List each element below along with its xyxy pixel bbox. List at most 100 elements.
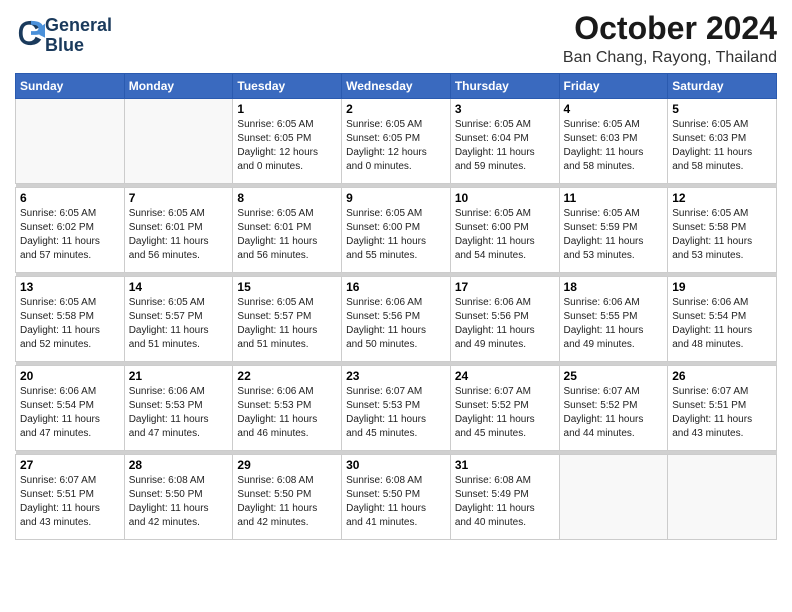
calendar-cell: 10Sunrise: 6:05 AMSunset: 6:00 PMDayligh… — [450, 188, 559, 273]
day-number: 26 — [672, 369, 772, 383]
day-number: 7 — [129, 191, 229, 205]
day-info: Sunrise: 6:07 AMSunset: 5:52 PMDaylight:… — [564, 385, 664, 441]
day-number: 23 — [346, 369, 446, 383]
calendar-cell: 3 Sunrise: 6:05 AMSunset: 6:04 PMDaylight… — [450, 99, 559, 184]
calendar-cell: 8Sunrise: 6:05 AMSunset: 6:01 PMDaylight… — [233, 188, 342, 273]
page-header: General Blue October 2024 Ban Chang, Ray… — [15, 10, 777, 67]
day-info: Sunrise: 6:07 AMSunset: 5:51 PMDaylight:… — [672, 385, 772, 441]
calendar-cell — [124, 99, 233, 184]
day-info: Sunrise: 6:06 AMSunset: 5:53 PMDaylight:… — [129, 385, 229, 441]
day-number: 4 — [564, 102, 664, 116]
calendar-cell: 4 Sunrise: 6:05 AMSunset: 6:03 PMDaylight… — [559, 99, 668, 184]
calendar-cell: 31 Sunrise: 6:08 AMSunset: 5:49 PMDayligh… — [450, 455, 559, 540]
day-number: 30 — [346, 458, 446, 472]
calendar-cell: 19 Sunrise: 6:06 AMSunset: 5:54 PMDayligh… — [668, 277, 777, 362]
calendar-cell: 16 Sunrise: 6:06 AMSunset: 5:56 PMDayligh… — [342, 277, 451, 362]
day-info: Sunrise: 6:05 AMSunset: 5:58 PMDaylight:… — [20, 296, 120, 352]
day-number: 21 — [129, 369, 229, 383]
day-info: Sunrise: 6:05 AMSunset: 6:04 PMDaylight:… — [455, 118, 555, 174]
weekday-header-saturday: Saturday — [668, 74, 777, 99]
day-number: 13 — [20, 280, 120, 294]
weekday-header-sunday: Sunday — [16, 74, 125, 99]
day-number: 11 — [564, 191, 664, 205]
calendar-cell: 9 Sunrise: 6:05 AMSunset: 6:00 PMDaylight… — [342, 188, 451, 273]
day-info: Sunrise: 6:08 AMSunset: 5:50 PMDaylight:… — [346, 474, 446, 530]
day-info: Sunrise: 6:05 AMSunset: 6:01 PMDaylight:… — [129, 207, 229, 263]
calendar-cell: 24Sunrise: 6:07 AMSunset: 5:52 PMDayligh… — [450, 366, 559, 451]
calendar-cell: 21 Sunrise: 6:06 AMSunset: 5:53 PMDayligh… — [124, 366, 233, 451]
day-info: Sunrise: 6:08 AMSunset: 5:50 PMDaylight:… — [129, 474, 229, 530]
location-title: Ban Chang, Rayong, Thailand — [563, 49, 777, 67]
day-info: Sunrise: 6:05 AMSunset: 5:58 PMDaylight:… — [672, 207, 772, 263]
day-info: Sunrise: 6:06 AMSunset: 5:55 PMDaylight:… — [564, 296, 664, 352]
day-info: Sunrise: 6:08 AMSunset: 5:50 PMDaylight:… — [237, 474, 337, 530]
day-number: 19 — [672, 280, 772, 294]
calendar-cell: 28 Sunrise: 6:08 AMSunset: 5:50 PMDayligh… — [124, 455, 233, 540]
calendar-cell: 7 Sunrise: 6:05 AMSunset: 6:01 PMDaylight… — [124, 188, 233, 273]
calendar-cell — [559, 455, 668, 540]
day-info: Sunrise: 6:06 AMSunset: 5:53 PMDaylight:… — [237, 385, 337, 441]
day-number: 20 — [20, 369, 120, 383]
calendar-cell: 17 Sunrise: 6:06 AMSunset: 5:56 PMDayligh… — [450, 277, 559, 362]
day-number: 22 — [237, 369, 337, 383]
day-info: Sunrise: 6:07 AMSunset: 5:53 PMDaylight:… — [346, 385, 446, 441]
month-title: October 2024 — [563, 10, 777, 47]
day-number: 18 — [564, 280, 664, 294]
weekday-header-wednesday: Wednesday — [342, 74, 451, 99]
week-row-1: 1 Sunrise: 6:05 AMSunset: 6:05 PMDaylight… — [16, 99, 777, 184]
day-number: 27 — [20, 458, 120, 472]
day-number: 16 — [346, 280, 446, 294]
calendar-cell: 25 Sunrise: 6:07 AMSunset: 5:52 PMDayligh… — [559, 366, 668, 451]
day-info: Sunrise: 6:05 AMSunset: 6:03 PMDaylight:… — [564, 118, 664, 174]
day-info: Sunrise: 6:06 AMSunset: 5:54 PMDaylight:… — [672, 296, 772, 352]
day-number: 1 — [237, 102, 337, 116]
day-number: 25 — [564, 369, 664, 383]
day-number: 6 — [20, 191, 120, 205]
day-info: Sunrise: 6:05 AMSunset: 6:05 PMDaylight:… — [346, 118, 446, 174]
weekday-header-tuesday: Tuesday — [233, 74, 342, 99]
calendar-cell — [668, 455, 777, 540]
calendar-cell: 23 Sunrise: 6:07 AMSunset: 5:53 PMDayligh… — [342, 366, 451, 451]
weekday-header-friday: Friday — [559, 74, 668, 99]
day-number: 24 — [455, 369, 555, 383]
calendar-cell: 6Sunrise: 6:05 AMSunset: 6:02 PMDaylight… — [16, 188, 125, 273]
logo-icon — [17, 19, 45, 47]
day-number: 17 — [455, 280, 555, 294]
calendar-table: SundayMondayTuesdayWednesdayThursdayFrid… — [15, 73, 777, 540]
calendar-cell: 13 Sunrise: 6:05 AMSunset: 5:58 PMDayligh… — [16, 277, 125, 362]
day-info: Sunrise: 6:05 AMSunset: 5:59 PMDaylight:… — [564, 207, 664, 263]
day-number: 28 — [129, 458, 229, 472]
day-number: 2 — [346, 102, 446, 116]
calendar-cell: 26 Sunrise: 6:07 AMSunset: 5:51 PMDayligh… — [668, 366, 777, 451]
day-info: Sunrise: 6:05 AMSunset: 6:05 PMDaylight:… — [237, 118, 337, 174]
weekday-header-monday: Monday — [124, 74, 233, 99]
day-info: Sunrise: 6:06 AMSunset: 5:54 PMDaylight:… — [20, 385, 120, 441]
day-number: 12 — [672, 191, 772, 205]
calendar-cell: 2 Sunrise: 6:05 AMSunset: 6:05 PMDaylight… — [342, 99, 451, 184]
logo-text: General Blue — [45, 16, 112, 56]
week-row-4: 20 Sunrise: 6:06 AMSunset: 5:54 PMDayligh… — [16, 366, 777, 451]
day-info: Sunrise: 6:08 AMSunset: 5:49 PMDaylight:… — [455, 474, 555, 530]
calendar-cell — [16, 99, 125, 184]
day-number: 3 — [455, 102, 555, 116]
calendar-cell: 1 Sunrise: 6:05 AMSunset: 6:05 PMDaylight… — [233, 99, 342, 184]
day-info: Sunrise: 6:06 AMSunset: 5:56 PMDaylight:… — [346, 296, 446, 352]
day-number: 5 — [672, 102, 772, 116]
calendar-cell: 15Sunrise: 6:05 AMSunset: 5:57 PMDayligh… — [233, 277, 342, 362]
calendar-cell: 18 Sunrise: 6:06 AMSunset: 5:55 PMDayligh… — [559, 277, 668, 362]
calendar-cell: 22 Sunrise: 6:06 AMSunset: 5:53 PMDayligh… — [233, 366, 342, 451]
week-row-2: 6Sunrise: 6:05 AMSunset: 6:02 PMDaylight… — [16, 188, 777, 273]
day-number: 8 — [237, 191, 337, 205]
day-info: Sunrise: 6:06 AMSunset: 5:56 PMDaylight:… — [455, 296, 555, 352]
calendar-cell: 30 Sunrise: 6:08 AMSunset: 5:50 PMDayligh… — [342, 455, 451, 540]
day-number: 9 — [346, 191, 446, 205]
day-number: 10 — [455, 191, 555, 205]
day-number: 14 — [129, 280, 229, 294]
calendar-cell: 12 Sunrise: 6:05 AMSunset: 5:58 PMDayligh… — [668, 188, 777, 273]
calendar-cell: 27Sunrise: 6:07 AMSunset: 5:51 PMDayligh… — [16, 455, 125, 540]
day-info: Sunrise: 6:05 AMSunset: 5:57 PMDaylight:… — [129, 296, 229, 352]
day-number: 31 — [455, 458, 555, 472]
calendar-cell: 11 Sunrise: 6:05 AMSunset: 5:59 PMDayligh… — [559, 188, 668, 273]
week-row-5: 27Sunrise: 6:07 AMSunset: 5:51 PMDayligh… — [16, 455, 777, 540]
day-info: Sunrise: 6:05 AMSunset: 6:00 PMDaylight:… — [346, 207, 446, 263]
